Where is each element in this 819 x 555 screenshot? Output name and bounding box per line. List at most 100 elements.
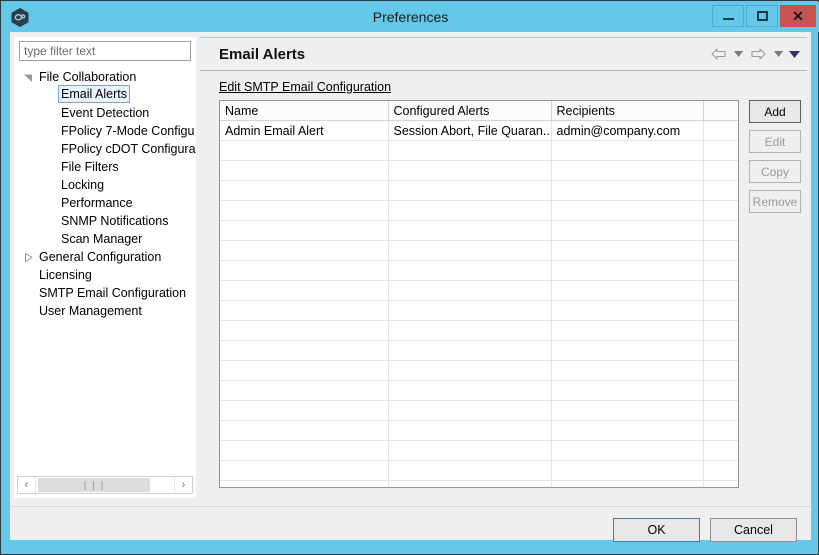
tree-item-label: File Collaboration <box>39 70 137 84</box>
table-cell-empty <box>551 420 704 441</box>
table-row-empty[interactable] <box>220 460 738 481</box>
table-row-empty[interactable] <box>220 400 738 421</box>
dialog-footer: OK Cancel <box>10 507 811 542</box>
table-cell-empty <box>703 140 738 161</box>
tree-item-user-management[interactable]: User Management <box>14 302 196 320</box>
table-cell-empty <box>220 300 389 321</box>
table-row-empty[interactable] <box>220 320 738 341</box>
table-row-empty[interactable] <box>220 180 738 201</box>
tree-item-locking[interactable]: Locking <box>14 176 196 194</box>
minimize-button[interactable] <box>712 5 744 27</box>
table-cell-empty <box>551 160 704 181</box>
table-cell-empty <box>703 300 738 321</box>
table-row-empty[interactable] <box>220 380 738 401</box>
email-alerts-table[interactable]: Name Configured Alerts Recipients Admin Em… <box>219 100 739 488</box>
tree-item-label: Licensing <box>39 268 92 282</box>
table-cell-empty <box>551 180 704 201</box>
table-cell-empty <box>551 480 704 487</box>
table-cell-empty <box>551 440 704 461</box>
table-cell-empty <box>388 380 552 401</box>
scrollbar-thumb[interactable]: ❘❘❘ <box>38 478 150 492</box>
forward-history-chevron-down-icon[interactable] <box>771 44 785 64</box>
table-cell: Admin Email Alert <box>220 120 389 141</box>
table-cell-empty <box>388 320 552 341</box>
table-row-empty[interactable] <box>220 140 738 161</box>
more-menu-chevron-down-filled-icon[interactable] <box>787 44 801 64</box>
tree-item-label: FPolicy cDOT Configura <box>61 142 196 156</box>
table-cell-empty <box>551 380 704 401</box>
table-row-empty[interactable] <box>220 440 738 461</box>
table-cell: admin@company.com <box>551 120 704 141</box>
navigation-toolbar <box>707 44 801 64</box>
tree-item-smtp-email-configuration[interactable]: SMTP Email Configuration <box>14 284 196 302</box>
table-cell-empty <box>551 300 704 321</box>
table-cell-empty <box>388 420 552 441</box>
tree-item-label: File Filters <box>61 160 119 174</box>
add-button[interactable]: Add <box>749 100 801 123</box>
ok-button[interactable]: OK <box>613 518 700 542</box>
table-cell-empty <box>703 160 738 181</box>
tree-expander-collapsed-icon[interactable] <box>20 248 36 266</box>
table-row-empty[interactable] <box>220 240 738 261</box>
filter-input[interactable] <box>19 41 191 61</box>
table-row-empty[interactable] <box>220 200 738 221</box>
column-header-recipients[interactable]: Recipients <box>551 101 704 121</box>
scroll-right-button[interactable]: › <box>174 477 192 493</box>
table-cell-empty <box>703 280 738 301</box>
table-row-empty[interactable] <box>220 280 738 301</box>
tree-horizontal-scrollbar[interactable]: ‹ ❘❘❘ › <box>17 476 193 494</box>
table-action-buttons: Add Edit Copy Remove <box>749 100 801 220</box>
content-header: Email Alerts <box>200 37 807 71</box>
tree-item-event-detection[interactable]: Event Detection <box>14 104 196 122</box>
table-row-empty[interactable] <box>220 160 738 181</box>
table-body: Admin Email Alert Session Abort, File Qua… <box>220 120 738 487</box>
table-cell-empty <box>703 220 738 241</box>
tree-item-file-collaboration[interactable]: File Collaboration <box>14 68 196 86</box>
table-cell-empty <box>220 340 389 361</box>
edit-smtp-configuration-link[interactable]: Edit SMTP Email Configuration <box>219 80 391 94</box>
tree-item-email-alerts[interactable]: Email Alerts <box>14 85 196 104</box>
table-cell-empty <box>220 440 389 461</box>
table-cell-empty <box>388 300 552 321</box>
tree-item-general-configuration[interactable]: General Configuration <box>14 248 196 266</box>
table-cell-empty <box>388 340 552 361</box>
tree-item-label: User Management <box>39 304 142 318</box>
table-cell-empty <box>388 140 552 161</box>
remove-button: Remove <box>749 190 801 213</box>
column-header-blank[interactable] <box>703 101 738 121</box>
tree-item-fpolicy-cdot-configura[interactable]: FPolicy cDOT Configura <box>14 140 196 158</box>
back-history-chevron-down-icon[interactable] <box>731 44 745 64</box>
cancel-button[interactable]: Cancel <box>710 518 797 542</box>
table-cell-empty <box>703 380 738 401</box>
table-row-empty[interactable] <box>220 360 738 381</box>
table-cell-empty <box>220 420 389 441</box>
maximize-button[interactable] <box>746 5 778 27</box>
table-cell-empty <box>220 140 389 161</box>
tree-item-fpolicy-7-mode-configu[interactable]: FPolicy 7-Mode Configu <box>14 122 196 140</box>
tree-item-performance[interactable]: Performance <box>14 194 196 212</box>
column-header-configured-alerts[interactable]: Configured Alerts <box>388 101 552 121</box>
tree-expander-expanded-icon[interactable] <box>20 68 36 86</box>
tree-item-label: SMTP Email Configuration <box>39 286 187 300</box>
table-cell-empty <box>551 340 704 361</box>
back-arrow-icon[interactable] <box>707 44 729 64</box>
tree-item-file-filters[interactable]: File Filters <box>14 158 196 176</box>
forward-arrow-icon[interactable] <box>747 44 769 64</box>
table-row-empty[interactable] <box>220 260 738 281</box>
table-row[interactable]: Admin Email Alert Session Abort, File Qua… <box>220 120 738 141</box>
column-header-name[interactable]: Name <box>220 101 389 121</box>
table-cell-empty <box>703 340 738 361</box>
scroll-left-button[interactable]: ‹ <box>18 477 36 493</box>
tree-item-scan-manager[interactable]: Scan Manager <box>14 230 196 248</box>
tree-item-snmp-notifications[interactable]: SNMP Notifications <box>14 212 196 230</box>
table-row-empty[interactable] <box>220 420 738 441</box>
tree-item-label: Locking <box>61 178 105 192</box>
table-row-empty[interactable] <box>220 340 738 361</box>
close-button[interactable]: ✕ <box>780 5 816 27</box>
table-row-empty[interactable] <box>220 480 738 487</box>
tree-item-licensing[interactable]: Licensing <box>14 266 196 284</box>
preferences-tree[interactable]: File Collaboration Email Alerts Event Dete… <box>14 68 196 473</box>
table-row-empty[interactable] <box>220 220 738 241</box>
table-row-empty[interactable] <box>220 300 738 321</box>
minimize-icon <box>722 18 734 20</box>
